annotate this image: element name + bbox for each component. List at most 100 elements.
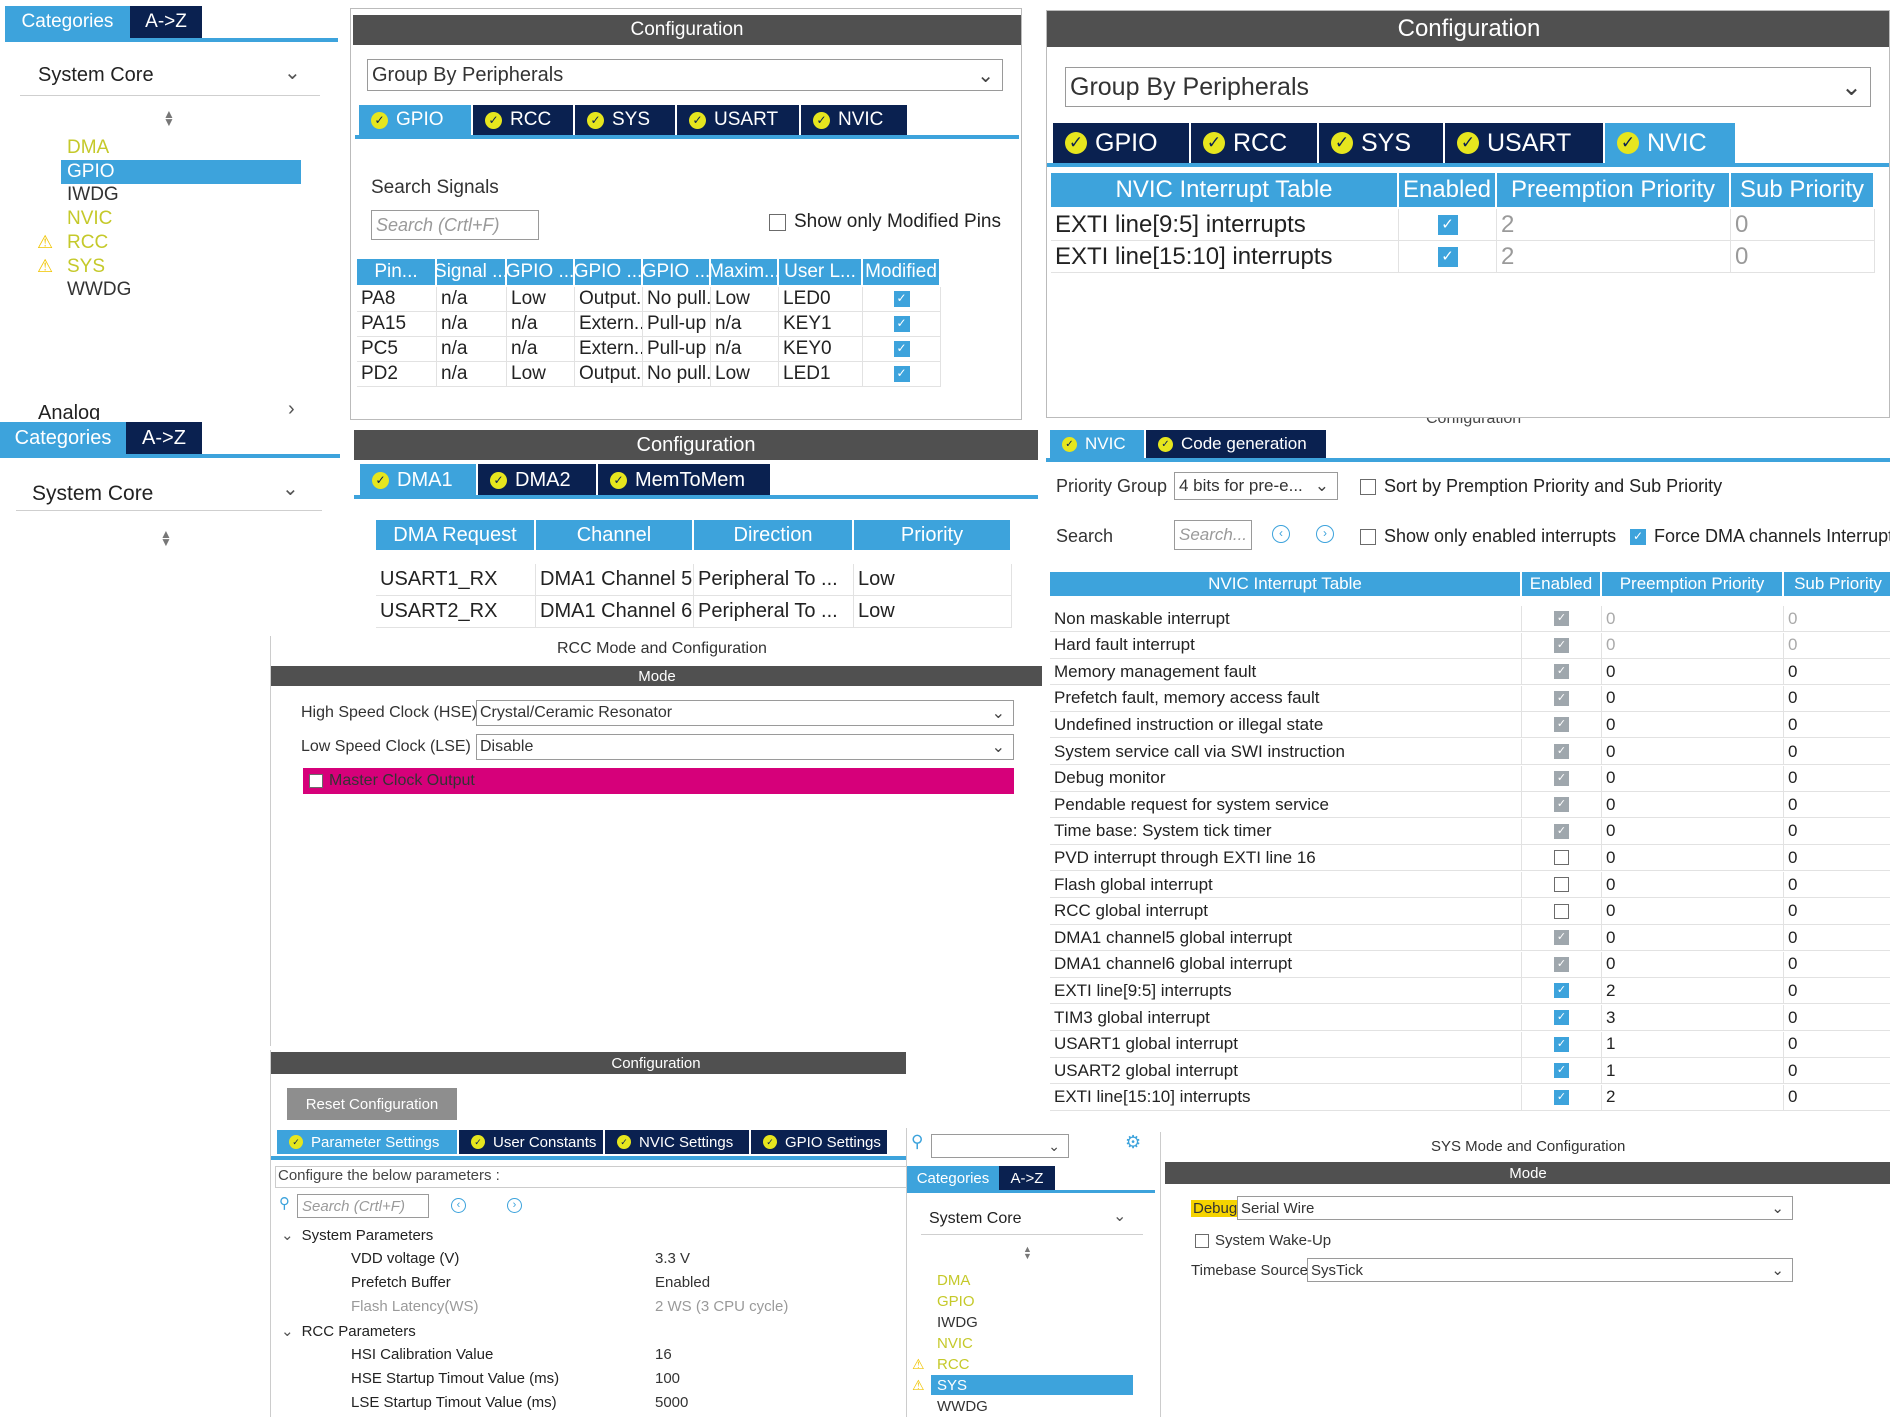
- parameter-value[interactable]: 5000: [655, 1394, 688, 1411]
- enabled-checkbox[interactable]: [1554, 1089, 1569, 1105]
- column-header[interactable]: Sub Priority: [1731, 173, 1875, 207]
- sub-priority[interactable]: 0: [1731, 209, 1875, 240]
- table-row[interactable]: System service call via SWI instruction 0…: [1050, 739, 1890, 765]
- tab-categories[interactable]: Categories: [0, 422, 126, 454]
- lse-select[interactable]: Disable ⌄: [476, 734, 1014, 760]
- category-system-core[interactable]: System Core: [929, 1210, 1021, 1228]
- sort-icon[interactable]: ▲ ▼: [1023, 1245, 1032, 1261]
- enabled-checkbox[interactable]: [1554, 930, 1569, 946]
- parameter-value[interactable]: 2 WS (3 CPU cycle): [655, 1298, 788, 1315]
- category-item[interactable]: IWDG: [61, 183, 301, 207]
- chevron-down-icon[interactable]: ⌄: [1113, 1206, 1126, 1226]
- filter-select[interactable]: ⌄: [931, 1134, 1069, 1158]
- sub-priority[interactable]: 0: [1784, 1058, 1890, 1083]
- master-clock-output-row[interactable]: Master Clock Output: [303, 768, 1014, 794]
- category-item[interactable]: ⚠ RCC: [912, 1354, 1133, 1374]
- tab-usart[interactable]: ✓ USART: [677, 105, 799, 135]
- sub-priority[interactable]: 0: [1784, 1005, 1890, 1030]
- category-system-core[interactable]: System Core: [32, 482, 153, 506]
- tab-nvic[interactable]: ✓ NVIC: [1050, 430, 1144, 458]
- column-header[interactable]: Direction: [694, 520, 854, 550]
- preemption-priority[interactable]: 0: [1602, 712, 1784, 738]
- enabled-checkbox[interactable]: [1554, 983, 1569, 999]
- table-row[interactable]: EXTI line[9:5] interrupts 20: [1050, 978, 1890, 1005]
- table-row[interactable]: PC5 n/a n/a Extern... Pull-up n/a KEY0: [357, 337, 941, 362]
- column-header[interactable]: NVIC Interrupt Table: [1050, 572, 1522, 596]
- tab-nvic[interactable]: ✓ NVIC: [1605, 123, 1735, 163]
- table-row[interactable]: USART2_RX DMA1 Channel 6 Peripheral To ...…: [376, 596, 1012, 628]
- modified-checkbox[interactable]: [893, 366, 910, 382]
- preemption-priority[interactable]: 0: [1602, 925, 1784, 951]
- section-header[interactable]: ⌄ System Parameters: [281, 1226, 433, 1245]
- tab-rcc[interactable]: ✓ RCC: [1191, 123, 1317, 163]
- preemption-priority[interactable]: 2: [1602, 1084, 1784, 1110]
- tab-gpio-settings[interactable]: ✓ GPIO Settings: [751, 1130, 887, 1154]
- gear-icon[interactable]: ⚙: [1125, 1132, 1141, 1153]
- table-row[interactable]: Memory management fault 00: [1050, 659, 1890, 686]
- table-row[interactable]: Prefetch fault, memory access fault 00: [1050, 685, 1890, 712]
- param-search-input[interactable]: Search (Crtl+F): [297, 1194, 429, 1218]
- tab-gpio[interactable]: ✓ GPIO: [359, 105, 471, 135]
- enabled-checkbox[interactable]: [1554, 850, 1569, 866]
- tab-usart[interactable]: ✓ USART: [1445, 123, 1603, 163]
- enabled-checkbox[interactable]: [1554, 1010, 1569, 1025]
- category-system-core[interactable]: System Core: [38, 64, 154, 87]
- search-icon[interactable]: ⚲: [911, 1132, 923, 1152]
- enabled-checkbox[interactable]: [1437, 214, 1458, 235]
- sort-priority-checkbox[interactable]: [1360, 478, 1376, 495]
- system-wakeup-checkbox[interactable]: [1195, 1233, 1209, 1248]
- table-row[interactable]: EXTI line[15:10] interrupts 20: [1051, 241, 1875, 273]
- preemption-priority[interactable]: 1: [1602, 1031, 1784, 1057]
- column-header[interactable]: GPIO ...: [575, 259, 643, 285]
- show-modified-pins[interactable]: Show only Modified Pins: [769, 211, 1001, 233]
- enabled-checkbox[interactable]: [1554, 611, 1569, 626]
- chevron-down-icon[interactable]: ⌄: [281, 1226, 294, 1244]
- force-dma-option[interactable]: Force DMA channels Interrupts: [1630, 526, 1890, 547]
- preemption-priority[interactable]: 0: [1602, 739, 1784, 764]
- category-item[interactable]: ⚠ SYS: [912, 1375, 1133, 1395]
- preemption-priority[interactable]: 0: [1602, 845, 1784, 871]
- previous-icon[interactable]: ‹: [1272, 525, 1290, 543]
- master-clock-checkbox[interactable]: [309, 774, 323, 788]
- category-item[interactable]: WWDG: [931, 1396, 1133, 1416]
- table-row[interactable]: PVD interrupt through EXTI line 16 0 0: [1050, 845, 1890, 872]
- preemption-priority[interactable]: 0: [1602, 898, 1784, 924]
- show-enabled-option[interactable]: Show only enabled interrupts: [1360, 526, 1616, 547]
- table-row[interactable]: USART1 global interrupt 10: [1050, 1031, 1890, 1058]
- table-row[interactable]: Debug monitor 00: [1050, 765, 1890, 792]
- category-item[interactable]: DMA: [61, 136, 301, 160]
- category-item[interactable]: GPIO: [61, 159, 301, 184]
- tab-code-generation[interactable]: ✓ Code generation: [1146, 430, 1326, 458]
- timebase-select[interactable]: SysTick ⌄: [1307, 1258, 1793, 1282]
- modified-checkbox[interactable]: [893, 291, 910, 307]
- debug-select[interactable]: Serial Wire ⌄: [1237, 1196, 1793, 1220]
- sub-priority[interactable]: 0: [1784, 1032, 1890, 1057]
- group-by-select[interactable]: Group By Peripherals ⌄: [367, 59, 1003, 91]
- column-header[interactable]: Modified: [863, 259, 941, 285]
- section-header[interactable]: ⌄ RCC Parameters: [281, 1322, 416, 1341]
- category-item[interactable]: ⚠ SYS: [37, 255, 301, 279]
- sub-priority[interactable]: 0: [1784, 899, 1890, 924]
- table-row[interactable]: RCC global interrupt 0 0: [1050, 898, 1890, 925]
- sub-priority[interactable]: 0: [1784, 925, 1890, 950]
- enabled-checkbox[interactable]: [1554, 717, 1569, 733]
- tab-parameter-settings[interactable]: ✓ Parameter Settings: [277, 1130, 457, 1154]
- sub-priority[interactable]: 0: [1784, 659, 1890, 684]
- tab-memtomem[interactable]: ✓ MemToMem: [598, 464, 770, 496]
- table-row[interactable]: DMA1 channel6 global interrupt 00: [1050, 951, 1890, 978]
- preemption-priority[interactable]: 3: [1602, 1005, 1784, 1030]
- sort-priority-option[interactable]: Sort by Premption Priority and Sub Prior…: [1360, 476, 1722, 497]
- enabled-checkbox[interactable]: [1554, 877, 1569, 892]
- tab-rcc[interactable]: ✓ RCC: [473, 105, 573, 135]
- table-row[interactable]: PD2n/aLowOutput...No pull...LowLED1: [357, 362, 941, 387]
- enabled-checkbox[interactable]: [1554, 637, 1569, 653]
- preemption-priority[interactable]: 0: [1602, 951, 1784, 977]
- enabled-checkbox[interactable]: [1554, 770, 1569, 786]
- enabled-checkbox[interactable]: [1554, 690, 1569, 706]
- preemption-priority[interactable]: 0: [1602, 685, 1784, 711]
- category-item[interactable]: NVIC: [61, 207, 301, 231]
- tab-nvic-settings[interactable]: ✓ NVIC Settings: [605, 1130, 749, 1154]
- enabled-checkbox[interactable]: [1554, 664, 1569, 680]
- column-header[interactable]: User L...: [779, 259, 863, 285]
- enabled-checkbox[interactable]: [1554, 823, 1569, 839]
